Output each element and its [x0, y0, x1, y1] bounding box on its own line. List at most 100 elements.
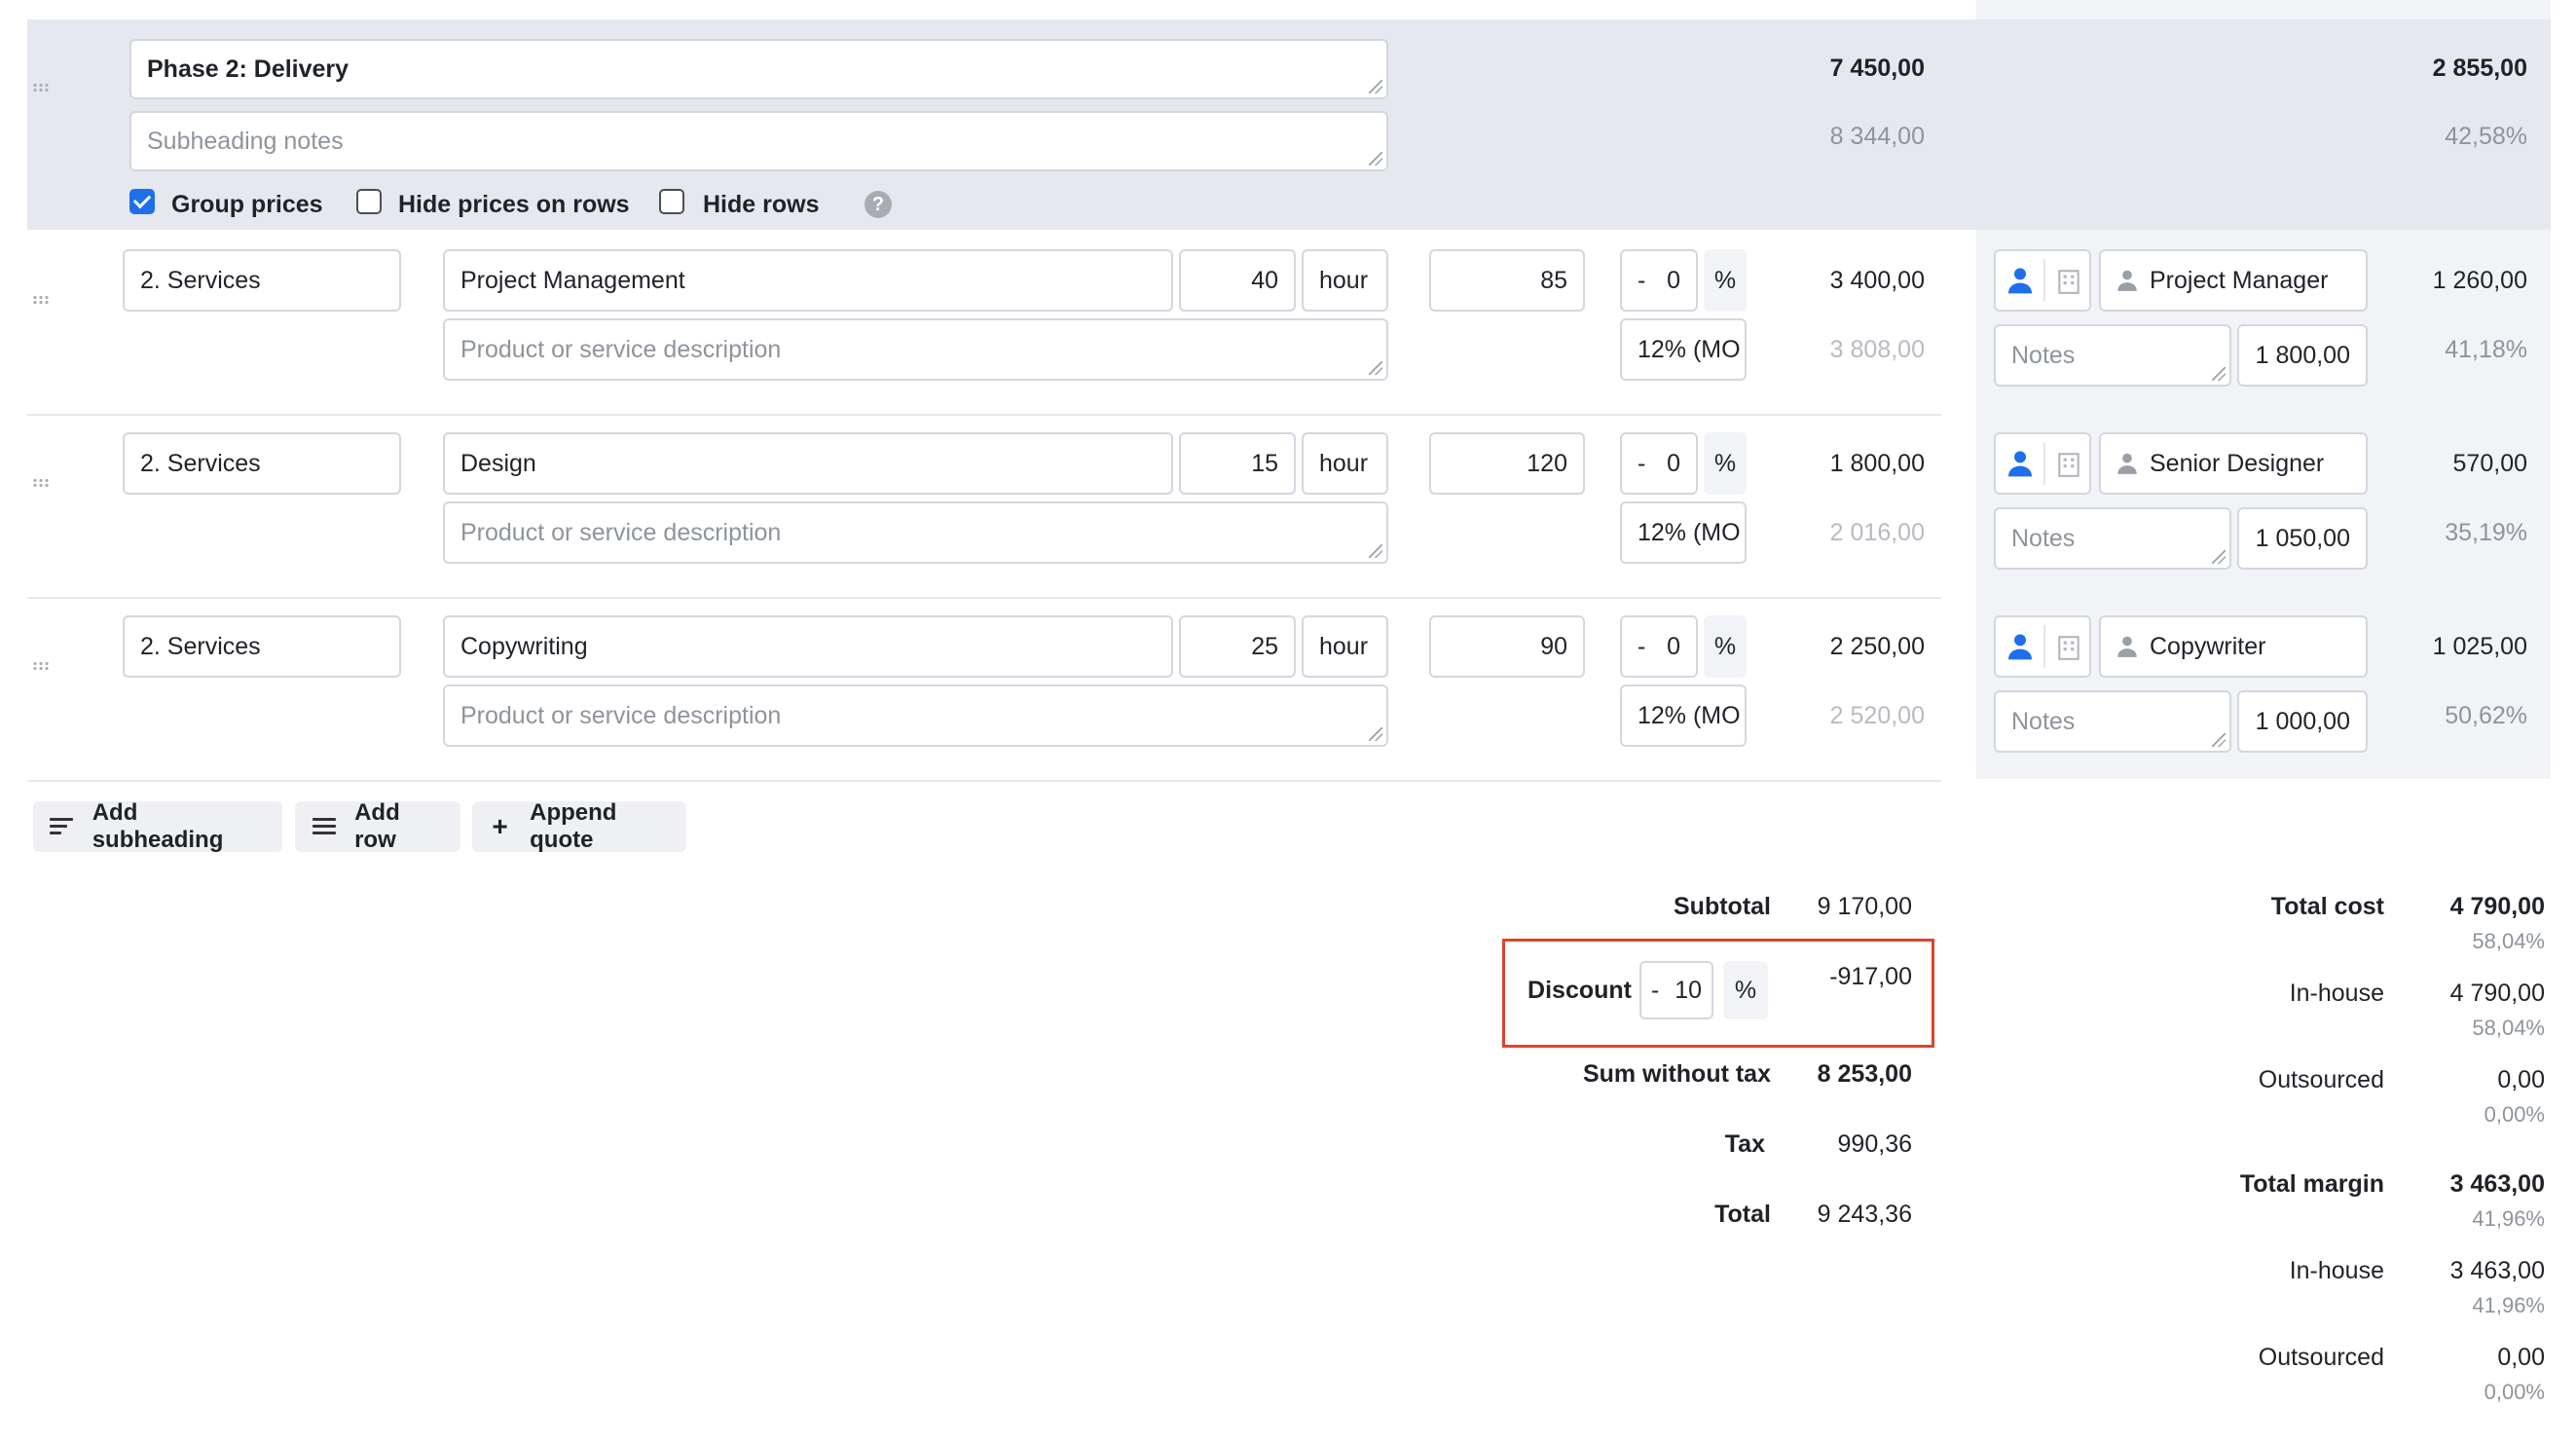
inhouse-margin-label: In-house: [2289, 1257, 2384, 1284]
total-label: Total: [1714, 1201, 1771, 1228]
cost-input[interactable]: 1 000,00: [2237, 690, 2368, 753]
total-margin-pct: 41,96%: [2472, 1206, 2545, 1231]
item-description-input[interactable]: Product or service description: [443, 501, 1388, 564]
item-description-input[interactable]: Product or service description: [443, 684, 1388, 747]
price-input[interactable]: 85: [1429, 249, 1585, 312]
phase-title-input[interactable]: Phase 2: Delivery: [129, 39, 1388, 99]
row-margin-pct: 41,18%: [2445, 336, 2527, 363]
person-icon: [2117, 270, 2137, 291]
resource-select[interactable]: Copywriter: [2099, 615, 2368, 678]
item-name-input[interactable]: Copywriting: [443, 615, 1173, 678]
person-icon: [2008, 451, 2032, 477]
cost-input[interactable]: 1 050,00: [2237, 507, 2368, 570]
discount-sign: -: [1638, 632, 1646, 660]
discount-input[interactable]: -0: [1620, 615, 1698, 678]
building-icon: [2058, 270, 2079, 294]
inhouse-cost-label: In-house: [2289, 980, 2384, 1007]
discount-value: 0: [1667, 632, 1680, 660]
discount-sign: -: [1651, 976, 1660, 1004]
phase-total: 7 450,00: [1829, 55, 1925, 82]
total-cost-label: Total cost: [2270, 893, 2384, 920]
item-name-input[interactable]: Project Management: [443, 249, 1173, 312]
unit-input[interactable]: hour: [1302, 432, 1388, 495]
row-margin-pct: 35,19%: [2445, 519, 2527, 546]
category-input[interactable]: 2. Services: [123, 432, 401, 495]
discount-value: 0: [1667, 449, 1680, 477]
building-icon: [2058, 453, 2079, 477]
tax-select[interactable]: 12% (MO: [1620, 501, 1747, 564]
discount-value: 0: [1667, 266, 1680, 294]
person-icon: [2117, 636, 2137, 657]
drag-handle-icon[interactable]: [32, 478, 50, 488]
in-house-toggle[interactable]: [1994, 432, 2091, 495]
notes-input[interactable]: Notes: [1994, 324, 2231, 387]
sum-without-tax-value: 8 253,00: [1817, 1060, 1912, 1088]
tax-select[interactable]: 12% (MO: [1620, 684, 1747, 747]
item-description-input[interactable]: Product or service description: [443, 318, 1388, 381]
subtotal-value: 9 170,00: [1817, 893, 1912, 920]
append-quote-button[interactable]: + Append quote: [472, 799, 686, 853]
tax-select[interactable]: 12% (MO: [1620, 318, 1747, 381]
quantity-input[interactable]: 25: [1179, 615, 1296, 678]
price-input[interactable]: 90: [1429, 615, 1585, 678]
hide-rows-label: Hide rows: [703, 191, 820, 218]
notes-input[interactable]: Notes: [1994, 690, 2231, 753]
plus-icon: +: [492, 811, 508, 841]
notes-input[interactable]: Notes: [1994, 507, 2231, 570]
in-house-toggle[interactable]: [1994, 615, 2091, 678]
in-house-toggle[interactable]: [1994, 249, 2091, 312]
cost-input[interactable]: 1 800,00: [2237, 324, 2368, 387]
outsourced-cost-value: 0,00: [2497, 1066, 2545, 1093]
category-input[interactable]: 2. Services: [123, 249, 401, 312]
group-prices-checkbox[interactable]: [129, 189, 155, 214]
discount-total-input[interactable]: - 10: [1639, 961, 1713, 1019]
help-icon[interactable]: ?: [865, 191, 892, 218]
row-total-with-tax: 3 808,00: [1829, 336, 1925, 363]
sum-without-tax-label: Sum without tax: [1582, 1060, 1771, 1088]
discount-input[interactable]: -0: [1620, 249, 1698, 312]
row-total: 2 250,00: [1829, 633, 1925, 660]
phase-total-with-tax: 8 344,00: [1829, 123, 1925, 150]
hide-prices-checkbox[interactable]: [356, 189, 382, 214]
add-subheading-button[interactable]: Add subheading: [33, 799, 282, 853]
item-name-input[interactable]: Design: [443, 432, 1173, 495]
total-value: 9 243,36: [1817, 1201, 1912, 1228]
discount-unit-toggle[interactable]: %: [1704, 615, 1747, 678]
subheading-icon: [50, 818, 74, 835]
unit-input[interactable]: hour: [1302, 615, 1388, 678]
inhouse-margin-pct: 41,96%: [2472, 1293, 2545, 1317]
row-margin-pct: 50,62%: [2445, 702, 2527, 729]
row-divider: [27, 597, 1941, 599]
outsourced-margin-label: Outsourced: [2258, 1344, 2384, 1371]
unit-input[interactable]: hour: [1302, 249, 1388, 312]
phase-notes-input[interactable]: Subheading notes: [129, 111, 1388, 171]
row-divider: [27, 780, 1941, 782]
outsourced-margin-pct: 0,00%: [2484, 1380, 2545, 1404]
discount-unit-toggle[interactable]: %: [1704, 432, 1747, 495]
resource-select[interactable]: Project Manager: [2099, 249, 2368, 312]
hide-prices-label: Hide prices on rows: [398, 191, 630, 218]
row-divider: [27, 414, 1941, 416]
quantity-input[interactable]: 40: [1179, 249, 1296, 312]
quantity-input[interactable]: 15: [1179, 432, 1296, 495]
discount-amount: -917,00: [1829, 963, 1912, 990]
add-row-button[interactable]: Add row: [295, 799, 460, 853]
discount-input[interactable]: -0: [1620, 432, 1698, 495]
drag-handle-icon[interactable]: [32, 83, 50, 92]
tax-label: Tax: [1724, 1130, 1765, 1158]
rows-icon: [312, 818, 336, 835]
discount-sign: -: [1638, 266, 1646, 294]
resource-select[interactable]: Senior Designer: [2099, 432, 2368, 495]
phase-margin-pct: 42,58%: [2445, 123, 2527, 150]
discount-label: Discount: [1527, 977, 1632, 1004]
category-input[interactable]: 2. Services: [123, 615, 401, 678]
hide-rows-checkbox[interactable]: [659, 189, 684, 214]
tax-value: 990,36: [1837, 1130, 1912, 1158]
drag-handle-icon[interactable]: [32, 661, 50, 671]
discount-unit-toggle[interactable]: %: [1704, 249, 1747, 312]
price-input[interactable]: 120: [1429, 432, 1585, 495]
total-cost-pct: 58,04%: [2472, 929, 2545, 953]
drag-handle-icon[interactable]: [32, 295, 50, 305]
discount-unit-toggle[interactable]: %: [1723, 961, 1768, 1019]
row-margin: 1 025,00: [2432, 633, 2527, 660]
